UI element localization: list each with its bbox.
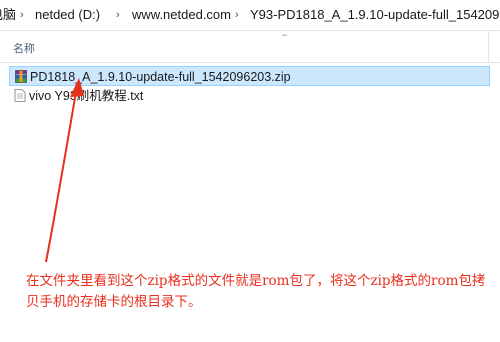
annotation-text: 在文件夹里看到这个zip格式的文件就是rom包了，将这个zip格式的rom包拷贝…: [26, 273, 486, 310]
